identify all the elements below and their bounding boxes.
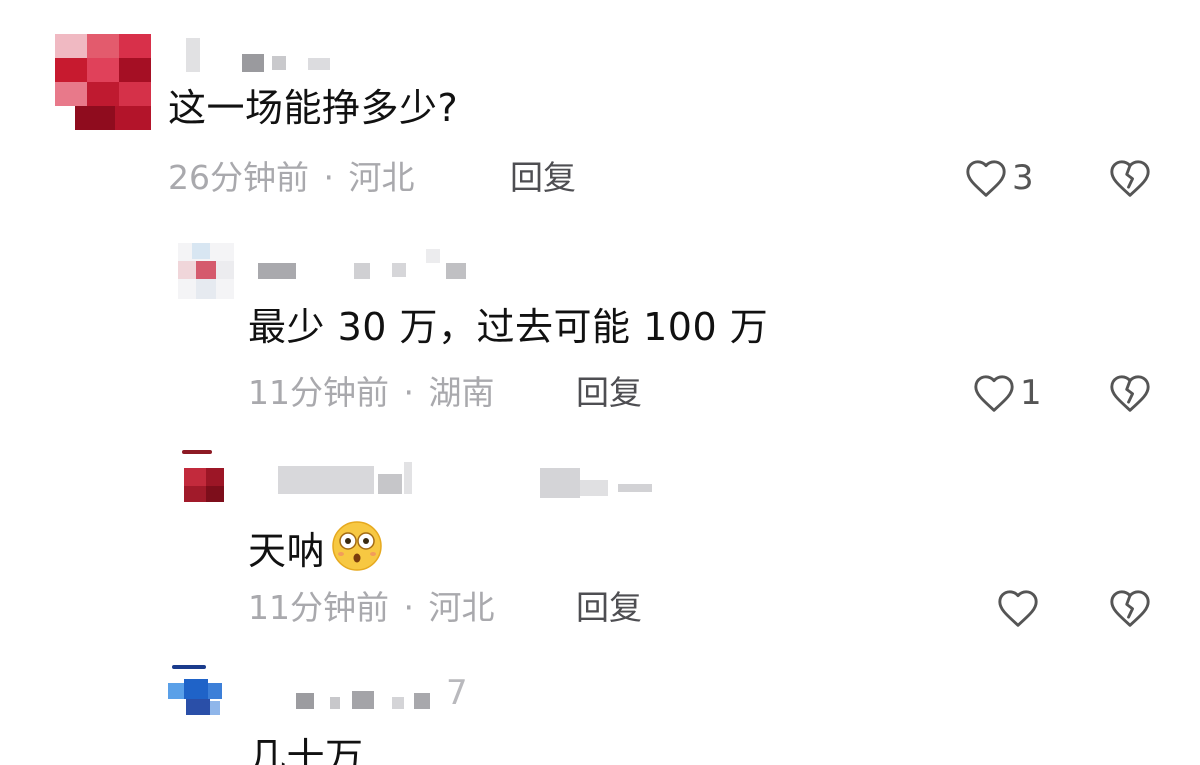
avatar[interactable]: [55, 34, 151, 130]
comment-item: 这一场能挣多少? 26分钟前 · 河北 回复 3: [0, 0, 1200, 215]
like-button[interactable]: 3: [964, 158, 1034, 198]
comment-location: 河北: [428, 588, 495, 627]
broken-heart-icon[interactable]: [1108, 158, 1152, 198]
like-count: 3: [1012, 158, 1034, 198]
meta-separator: ·: [403, 373, 415, 412]
username-blurred[interactable]: [258, 245, 478, 281]
like-button[interactable]: 1: [972, 373, 1042, 413]
comment-location: 湖南: [428, 373, 495, 412]
comment-text: 几十万: [248, 735, 364, 765]
reply-item: 天呐 11分钟前 · 河北 回复: [0, 430, 1200, 645]
reply-button[interactable]: 回复: [510, 158, 576, 198]
username-blurred[interactable]: [278, 462, 678, 502]
broken-heart-icon[interactable]: [1108, 588, 1152, 628]
reply-item: 最少 30 万，过去可能 100 万 11分钟前 · 湖南 回复 1: [0, 215, 1200, 430]
username-blurred[interactable]: [168, 38, 348, 74]
avatar[interactable]: [168, 663, 224, 719]
reply-button[interactable]: 回复: [576, 588, 642, 628]
comment-time: 26分钟前: [168, 158, 309, 197]
reply-button[interactable]: 回复: [576, 373, 642, 413]
avatar[interactable]: [178, 448, 234, 504]
avatar[interactable]: [178, 243, 234, 299]
comment-text: 最少 30 万，过去可能 100 万: [248, 305, 769, 349]
comment-location: 河北: [348, 158, 415, 197]
heart-outline-icon: [964, 158, 1008, 198]
meta-separator: ·: [403, 588, 415, 627]
reply-item: 7 几十万: [0, 645, 1200, 765]
comment-meta: 11分钟前 · 河北: [248, 588, 495, 628]
comment-time: 11分钟前: [248, 588, 389, 627]
comment-meta: 11分钟前 · 湖南: [248, 373, 495, 413]
meta-separator: ·: [323, 158, 335, 197]
comment-meta: 26分钟前 · 河北: [168, 158, 415, 198]
like-count: 1: [1020, 373, 1042, 413]
heart-outline-icon: [996, 588, 1040, 628]
heart-outline-icon: [972, 373, 1016, 413]
username-suffix: 7: [446, 673, 468, 713]
comment-text-content: 天呐: [248, 529, 326, 573]
like-button[interactable]: [996, 588, 1040, 628]
broken-heart-icon[interactable]: [1108, 373, 1152, 413]
comment-text: 天呐: [248, 520, 383, 573]
comment-time: 11分钟前: [248, 373, 389, 412]
comment-text: 这一场能挣多少?: [168, 86, 459, 130]
astonished-face-emoji: [331, 520, 383, 572]
